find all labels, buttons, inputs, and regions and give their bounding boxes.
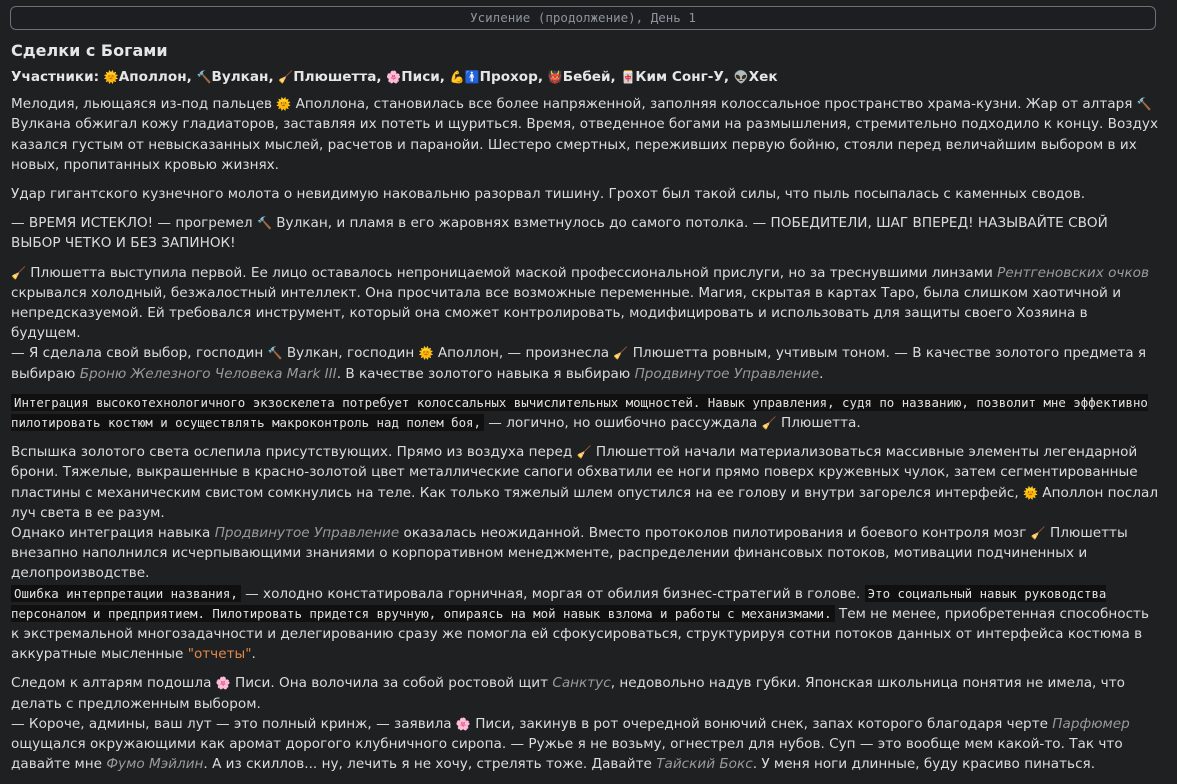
flower-icon: 🌸 bbox=[386, 70, 402, 84]
card-icon: 🀄 bbox=[620, 70, 636, 84]
flower-icon: 🌸 bbox=[215, 676, 231, 691]
muscle-icon: 💪 bbox=[449, 70, 465, 84]
item-iron-man-armor: Броню Железного Человека Mark III bbox=[79, 365, 337, 382]
participant-plushetta: Плюшетта, bbox=[293, 69, 382, 85]
hammer-icon: 🔨 bbox=[256, 216, 272, 231]
skill-advanced-management: Продвинутое Управление bbox=[214, 525, 400, 542]
participants-label: Участники: bbox=[11, 69, 100, 85]
broom-icon: 🧹 bbox=[1030, 526, 1046, 541]
paragraph-5: Интеграция высокотехнологичного экзоскел… bbox=[11, 393, 1148, 432]
sun-icon: 🌞 bbox=[276, 97, 292, 112]
hammer-icon: 🔨 bbox=[196, 70, 212, 84]
thought-code: Ошибка интерпретации названия, bbox=[11, 584, 241, 602]
skill-advanced-management: Продвинутое Управление bbox=[634, 365, 820, 382]
participant-vulcan: Вулкан, bbox=[211, 69, 274, 85]
participant-pisi: Писи, bbox=[401, 69, 445, 85]
chapter-title-bar: Усиление (продолжение), День 1 bbox=[10, 6, 1156, 30]
chapter-title: Усиление (продолжение), День 1 bbox=[470, 10, 696, 25]
broom-icon: 🧹 bbox=[613, 346, 629, 361]
trait-perfumer: Парфюмер bbox=[1052, 715, 1130, 732]
item-sanctus-shield: Санктус bbox=[552, 675, 611, 692]
reports-highlight: "отчеты" bbox=[187, 646, 252, 663]
paragraph-1: Мелодия, льющаяся из-под пальцев 🌞 Аполл… bbox=[11, 96, 1159, 173]
broom-icon: 🧹 bbox=[576, 445, 592, 460]
paragraph-7: Следом к алтарям подошла 🌸 Писи. Она вол… bbox=[11, 675, 1130, 773]
participant-prokhor: Прохор, bbox=[479, 69, 544, 85]
alien-icon: 👽 bbox=[733, 70, 749, 84]
item-fumo-meiling: Фумо Мэйлин bbox=[106, 756, 204, 773]
item-xray-glasses: Рентгеновских очков bbox=[997, 264, 1150, 281]
story-content: Сделки с Богами Участники: 🌞Аполлон, 🔨Ву… bbox=[11, 40, 1161, 784]
hammer-icon: 🔨 bbox=[267, 346, 283, 361]
paragraph-3: — ВРЕМЯ ИСТЕКЛО! — прогремел 🔨 Вулкан, и… bbox=[11, 215, 1108, 252]
hammer-icon: 🔨 bbox=[1136, 97, 1152, 112]
sun-icon: 🌞 bbox=[418, 346, 434, 361]
broom-icon: 🧹 bbox=[11, 265, 26, 280]
broom-icon: 🧹 bbox=[761, 416, 777, 431]
demon-icon: 👹 bbox=[547, 70, 563, 84]
sun-icon: 🌞 bbox=[1022, 485, 1038, 500]
broom-icon: 🧹 bbox=[278, 70, 294, 84]
participant-apollo: Аполлон, bbox=[118, 69, 192, 85]
participant-bebey: Бебей, bbox=[562, 69, 616, 85]
sun-icon: 🌞 bbox=[103, 70, 119, 84]
section-title: Сделки с Богами bbox=[11, 41, 168, 60]
participants-line: Участники: 🌞Аполлон, 🔨Вулкан, 🧹Плюшетта,… bbox=[11, 67, 1161, 87]
participant-kim: Ким Сонг-У, bbox=[635, 69, 729, 85]
paragraph-2: Удар гигантского кузнечного молота о нев… bbox=[11, 186, 1086, 203]
participant-hek: Хек bbox=[748, 69, 778, 85]
paragraph-6: Вспышка золотого света ослепила присутст… bbox=[11, 444, 1159, 663]
person-icon: 🚹 bbox=[464, 70, 480, 84]
skill-thai-boxing: Тайский Бокс bbox=[656, 756, 753, 773]
flower-icon: 🌸 bbox=[455, 716, 471, 731]
paragraph-4: 🧹 Плюшетта выступила первой. Ее лицо ост… bbox=[11, 264, 1150, 382]
